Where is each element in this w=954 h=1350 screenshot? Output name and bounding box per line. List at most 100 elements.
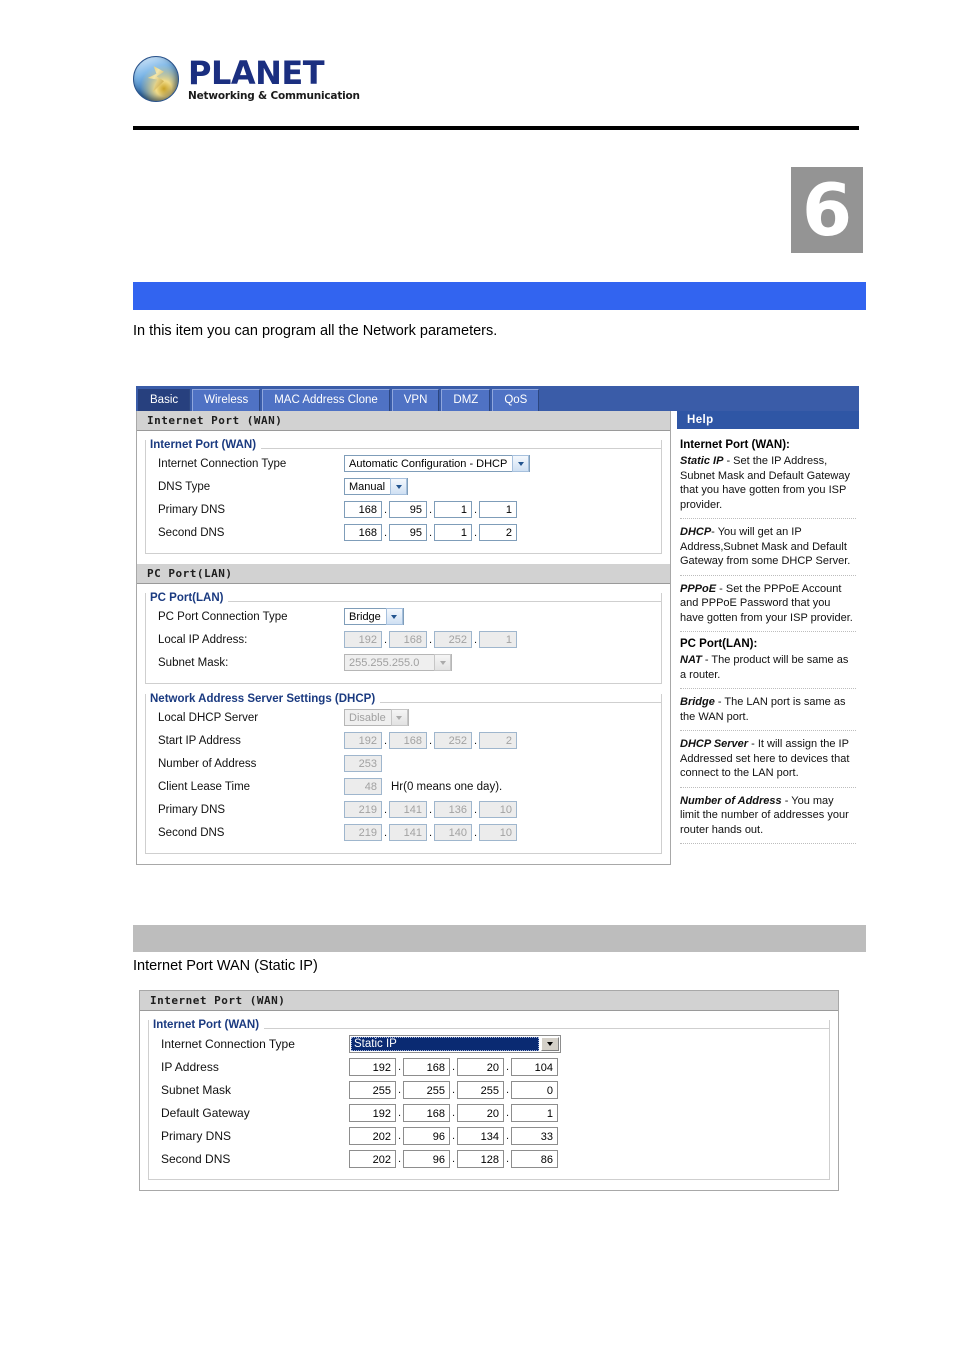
static-primary-dns-octet-2[interactable]: 96	[403, 1126, 450, 1145]
static-primary-dns-label: Primary DNS	[161, 1128, 232, 1143]
tab-wireless[interactable]: Wireless	[192, 389, 261, 411]
static-second-dns-octet-4[interactable]: 86	[511, 1149, 558, 1168]
help-pane: Help Internet Port (WAN): Static IP - Se…	[677, 411, 859, 850]
static-ip-octet-1[interactable]: 192	[349, 1057, 396, 1076]
static-gateway-octet-3[interactable]: 20	[457, 1103, 504, 1122]
help-pppoe: PPPoE - Set the PPPoE Account and PPPoE …	[680, 582, 856, 626]
dhcp-fieldset: Network Address Server Settings (DHCP) L…	[145, 693, 662, 854]
wan-primary-dns-octet-2[interactable]: 95	[389, 501, 427, 518]
local-ip-address-label: Local IP Address:	[158, 633, 248, 646]
wan-primary-dns-label: Primary DNS	[158, 503, 226, 516]
help-term-dhcp: DHCP	[680, 526, 712, 539]
chevron-down-icon	[390, 709, 408, 726]
router-ui-screenshot: Basic Wireless MAC Address Clone VPN DMZ…	[136, 386, 859, 865]
dhcp-second-dns-label: Second DNS	[158, 826, 225, 839]
static-second-dns-octet-2[interactable]: 96	[403, 1149, 450, 1168]
row-static-second-dns: Second DNS 202 . 96 . 128 . 86	[149, 1147, 829, 1170]
local-ip-octet-4: 1	[479, 631, 517, 648]
static-gateway-octet-2[interactable]: 168	[403, 1103, 450, 1122]
static-second-dns-label: Second DNS	[161, 1151, 231, 1166]
help-number-of-address: Number of Address - You may limit the nu…	[680, 794, 856, 838]
document-header: PLANET Networking & Communication	[133, 50, 863, 108]
static-ip-octet-2[interactable]: 168	[403, 1057, 450, 1076]
chevron-down-icon	[390, 478, 408, 495]
logo-tagline: Networking & Communication	[188, 89, 360, 102]
subnet-mask-select: 255.255.255.0	[344, 654, 452, 671]
tab-basic[interactable]: Basic	[138, 389, 191, 411]
start-ip-octet-2: 168	[389, 732, 427, 749]
static-subnet-octet-2[interactable]: 255	[403, 1080, 450, 1099]
local-ip-octet-3: 252	[434, 631, 472, 648]
dhcp-primary-dns-label: Primary DNS	[158, 803, 226, 816]
dns-type-select[interactable]: Manual	[344, 478, 409, 495]
wan-primary-dns-octet-4[interactable]: 1	[479, 501, 517, 518]
static-subnet-octet-4[interactable]: 0	[511, 1080, 558, 1099]
planet-logo: PLANET Networking & Communication	[133, 50, 863, 108]
chevron-down-icon[interactable]	[541, 1036, 559, 1051]
static-primary-dns-octet-1[interactable]: 202	[349, 1126, 396, 1145]
static-subnet-octet-1[interactable]: 255	[349, 1080, 396, 1099]
row-dhcp-primary-dns: Primary DNS 219 . 141 . 136 . 10	[146, 798, 661, 821]
static-ip-octet-3[interactable]: 20	[457, 1057, 504, 1076]
row-pc-port-connection-type: PC Port Connection Type Bridge	[146, 605, 661, 628]
dhcp-second-dns-octet-4: 10	[479, 824, 517, 841]
subnet-mask-value: 255.255.255.0	[349, 656, 420, 669]
static-primary-dns-octet-4[interactable]: 33	[511, 1126, 558, 1145]
row-local-ip-address: Local IP Address: 192 . 168 . 252 . 1	[146, 628, 661, 651]
static-second-dns-octet-1[interactable]: 202	[349, 1149, 396, 1168]
static-gateway-octet-1[interactable]: 192	[349, 1103, 396, 1122]
local-ip-octet-2: 168	[389, 631, 427, 648]
pc-port-connection-type-value: Bridge	[349, 610, 381, 623]
wan-second-dns-octet-3[interactable]: 1	[434, 524, 472, 541]
wan-second-dns-octet-2[interactable]: 95	[389, 524, 427, 541]
static-ip-section-header: Internet Port (WAN)	[140, 991, 838, 1011]
tab-bar: Basic Wireless MAC Address Clone VPN DMZ…	[136, 386, 859, 411]
dhcp-primary-dns-octet-3: 136	[434, 801, 472, 818]
wan-section-header: Internet Port (WAN)	[137, 411, 670, 431]
static-primary-dns-octet-3[interactable]: 134	[457, 1126, 504, 1145]
pc-port-connection-type-select[interactable]: Bridge	[344, 608, 404, 625]
help-bridge: Bridge - The LAN port is same as the WAN…	[680, 695, 856, 724]
local-ip-octet-1: 192	[344, 631, 382, 648]
help-dhcp: DHCP- You will get an IP Address,Subnet …	[680, 525, 856, 569]
static-gateway-octet-4[interactable]: 1	[511, 1103, 558, 1122]
static-ip-octet-4[interactable]: 104	[511, 1057, 558, 1076]
legend-rule	[264, 1028, 829, 1029]
wan-primary-dns-octet-1[interactable]: 168	[344, 501, 382, 518]
dhcp-primary-dns-octet-4: 10	[479, 801, 517, 818]
number-of-address-label: Number of Address	[158, 757, 257, 770]
help-divider	[680, 786, 856, 788]
wan-primary-dns-octet-3[interactable]: 1	[434, 501, 472, 518]
static-second-dns-octet-3[interactable]: 128	[457, 1149, 504, 1168]
internet-connection-type-select[interactable]: Automatic Configuration - DHCP	[344, 455, 531, 472]
wan-second-dns-octet-1[interactable]: 168	[344, 524, 382, 541]
tab-vpn[interactable]: VPN	[391, 389, 440, 411]
globe-icon	[133, 56, 179, 102]
help-term-pppoe: PPPoE	[680, 582, 717, 595]
subnet-mask-label: Subnet Mask:	[158, 656, 229, 669]
row-local-dhcp-server: Local DHCP Server Disable	[146, 706, 661, 729]
wan-legend: Internet Port (WAN)	[150, 439, 257, 451]
help-title: Help	[677, 411, 859, 429]
static-ip-legend: Internet Port (WAN)	[153, 1019, 260, 1031]
row-client-lease-time: Client Lease Time 48 Hr(0 means one day)…	[146, 775, 661, 798]
static-connection-type-select[interactable]: Static IP	[349, 1034, 561, 1053]
local-dhcp-server-select: Disable	[344, 709, 409, 726]
help-term-dhcp-server: DHCP Server	[680, 738, 749, 751]
help-dhcp-server: DHCP Server - It will assign the IP Addr…	[680, 737, 856, 781]
chapter-number: 6	[791, 167, 863, 253]
local-dhcp-server-label: Local DHCP Server	[158, 711, 259, 724]
tab-dmz[interactable]: DMZ	[441, 389, 491, 411]
wan-second-dns-octet-4[interactable]: 2	[479, 524, 517, 541]
row-dhcp-second-dns: Second DNS 219 . 141 . 140 . 10	[146, 821, 661, 844]
tab-qos[interactable]: QoS	[492, 389, 540, 411]
tab-mac-address-clone[interactable]: MAC Address Clone	[262, 389, 390, 411]
static-connection-type-value: Static IP	[351, 1036, 539, 1051]
client-lease-time-input: 48	[344, 778, 382, 795]
static-subnet-octet-3[interactable]: 255	[457, 1080, 504, 1099]
start-ip-octet-3: 252	[434, 732, 472, 749]
row-wan-primary-dns: Primary DNS 168 . 95 . 1 . 1	[146, 498, 661, 521]
help-lan-heading: PC Port(LAN):	[680, 638, 758, 651]
help-divider	[680, 688, 856, 690]
dhcp-primary-dns-octet-2: 141	[389, 801, 427, 818]
